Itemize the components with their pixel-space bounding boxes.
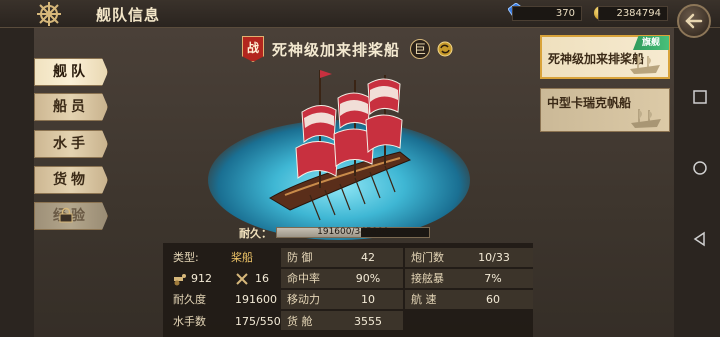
stats-panel: 类型: 桨船 912 16 耐久度 191600 水手数 175/550 防 御… — [163, 243, 533, 337]
tab-fleet[interactable]: 舰队 — [34, 58, 108, 86]
flagship-tag: 旗舰 — [633, 36, 669, 50]
sailors-label: 水手数 — [173, 315, 206, 328]
system-nav-bar — [674, 28, 720, 337]
page-title: 舰队信息 — [96, 6, 161, 24]
melee-value: 16 — [255, 272, 269, 285]
lock-icon — [59, 207, 73, 223]
ship-thumbnail-icon — [630, 55, 660, 74]
tab-cargo[interactable]: 货物 — [34, 166, 108, 194]
speed-label: 航 速 — [411, 293, 437, 306]
ship-wheel-icon — [37, 2, 61, 26]
cargo-value: 3555 — [354, 315, 382, 328]
back-nav-icon[interactable] — [692, 231, 708, 247]
type-label: 类型: — [173, 251, 199, 264]
cannon-slots-value: 10/33 — [478, 251, 510, 264]
firepower-value: 912 — [191, 272, 212, 285]
boarding-label: 接舷暴 — [411, 272, 444, 285]
sailors-value: 175/550 — [235, 315, 281, 328]
cannon-icon — [174, 274, 186, 286]
cargo-label: 货 舱 — [287, 315, 313, 328]
gold-count: 2384794 — [598, 6, 668, 21]
ship-name: 死神级加来排桨船 — [272, 41, 401, 59]
fleet-card-ship-2[interactable]: 中型卡瑞克帆船 — [540, 88, 670, 132]
durability-label: 耐久： — [239, 227, 272, 240]
durability-stat-label: 耐久度 — [173, 293, 206, 306]
tab-crew[interactable]: 船员 — [34, 93, 108, 121]
defense-label: 防 御 — [287, 251, 313, 264]
accuracy-label: 命中率 — [287, 272, 320, 285]
home-icon[interactable] — [692, 160, 708, 176]
durability-text: 191600/345000 — [317, 227, 389, 237]
switch-icon[interactable] — [437, 41, 453, 57]
boarding-value: 7% — [484, 272, 502, 285]
fleet-card-name: 中型卡瑞克帆船 — [547, 96, 632, 110]
ship-image — [269, 70, 411, 221]
type-value: 桨船 — [231, 251, 253, 264]
mobility-value: 10 — [361, 293, 375, 306]
cannon-slots-label: 炮门数 — [411, 251, 444, 264]
back-arrow-icon — [685, 13, 703, 29]
speed-value: 60 — [486, 293, 500, 306]
gem-count: 370 — [512, 6, 582, 21]
recent-apps-icon[interactable] — [692, 89, 708, 105]
fleet-card-flagship[interactable]: 死神级加来排桨船 旗舰 — [540, 35, 670, 79]
defense-value: 42 — [361, 251, 375, 264]
ship-thumbnail-icon — [631, 109, 661, 128]
mobility-label: 移动力 — [287, 293, 320, 306]
durability-bar: 191600/345000 — [276, 227, 430, 238]
ship-size-badge: 巨 — [410, 39, 430, 59]
tab-sailors[interactable]: 水手 — [34, 130, 108, 158]
accuracy-value: 90% — [355, 272, 381, 285]
crossed-swords-icon — [236, 273, 248, 285]
durability-stat-value: 191600 — [235, 293, 277, 306]
back-button[interactable] — [677, 4, 711, 38]
